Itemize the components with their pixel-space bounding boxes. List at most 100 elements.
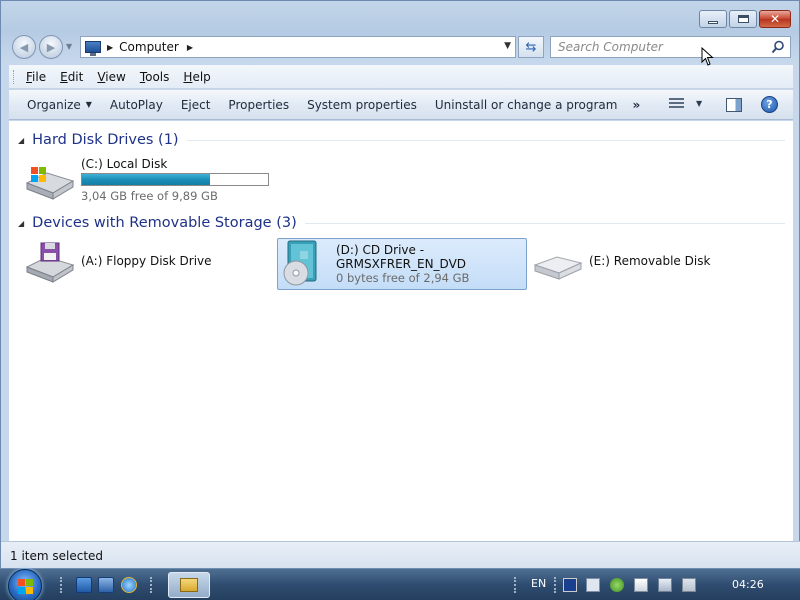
autoplay-button[interactable]: AutoPlay: [101, 90, 172, 119]
address-dropdown-icon[interactable]: ▼: [504, 41, 511, 51]
recent-pages-dropdown[interactable]: ▼: [66, 42, 72, 51]
uninstall-button[interactable]: Uninstall or change a program: [426, 90, 627, 119]
status-text: 1 item selected: [10, 548, 104, 563]
menu-tools[interactable]: Tools: [140, 70, 170, 84]
computer-icon: [85, 41, 101, 56]
search-input[interactable]: Search Computer: [550, 36, 791, 58]
eject-label: Eject: [180, 97, 211, 112]
properties-button[interactable]: Properties: [219, 90, 298, 119]
cd-drive-icon: [283, 240, 317, 286]
file-list: ◢ Hard Disk Drives (1) (C:) Local Disk 3…: [9, 121, 793, 541]
drive-e-text: (E:) Removable Disk: [589, 254, 710, 268]
preview-pane-icon[interactable]: [726, 98, 742, 112]
taskbar-grip[interactable]: [60, 577, 63, 593]
clock[interactable]: 04:26: [732, 578, 764, 591]
volume-muted-icon[interactable]: [682, 578, 696, 592]
back-arrow-icon: ◀: [19, 40, 29, 54]
help-icon[interactable]: ?: [761, 96, 778, 113]
drive-free-space: 3,04 GB free of 9,89 GB: [81, 189, 218, 203]
security-tray-icon[interactable]: [610, 578, 624, 592]
system-properties-button[interactable]: System properties: [298, 90, 426, 119]
removable-disk-icon: [533, 256, 583, 280]
drive-name: (E:) Removable Disk: [589, 254, 711, 268]
properties-label: Properties: [228, 97, 290, 112]
hard-disk-icon: [25, 167, 75, 200]
maximize-icon: [737, 15, 749, 23]
breadcrumb-arrow-icon[interactable]: ▶: [107, 43, 113, 52]
group-header-removable-storage[interactable]: ◢ Devices with Removable Storage (3): [9, 213, 785, 233]
disk-usage-fill: [82, 174, 211, 185]
mouse-cursor-icon: [701, 47, 714, 66]
search-placeholder: Search Computer: [558, 40, 663, 54]
menu-help-rest: elp: [192, 69, 211, 84]
drive-name-line2: GRMSXFRER_EN_DVD: [336, 257, 467, 271]
group-title: Devices with Removable Storage (3): [32, 215, 297, 231]
change-view-button[interactable]: ▼: [669, 97, 702, 110]
autoplay-label: AutoPlay: [109, 97, 163, 112]
internet-explorer-icon[interactable]: [121, 577, 137, 593]
refresh-icon: ⇆: [525, 39, 537, 55]
action-center-flag-icon[interactable]: [634, 578, 648, 592]
drive-d-selected[interactable]: (D:) CD Drive - GRMSXFRER_EN_DVD 0 bytes…: [277, 238, 527, 290]
show-desktop-icon[interactable]: [76, 577, 92, 593]
collapse-triangle-icon[interactable]: ◢: [18, 219, 24, 228]
drive-c-text: (C:) Local Disk 3,04 GB free of 9,89 GB: [81, 157, 269, 203]
menu-view[interactable]: View: [97, 70, 125, 84]
menu-edit-mnemonic: E: [60, 69, 68, 84]
menu-edit-rest: dit: [67, 69, 84, 84]
taskbar-grip[interactable]: [514, 577, 517, 593]
uninstall-label: Uninstall or change a program: [434, 97, 618, 112]
back-button[interactable]: ◀: [12, 35, 36, 59]
search-icon[interactable]: [771, 40, 785, 54]
breadcrumb-computer[interactable]: Computer: [119, 40, 179, 54]
address-bar[interactable]: ▶ Computer ▶ ▼: [80, 36, 516, 58]
windows-logo-icon: [18, 579, 33, 594]
document-tray-icon[interactable]: [586, 578, 600, 592]
drive-c[interactable]: (C:) Local Disk 3,04 GB free of 9,89 GB: [25, 157, 269, 203]
refresh-button[interactable]: ⇆: [518, 36, 544, 58]
group-title: Hard Disk Drives (1): [32, 132, 179, 148]
menu-tools-rest: ools: [145, 69, 170, 84]
disk-usage-bar: [81, 173, 269, 186]
switch-windows-icon[interactable]: [98, 577, 114, 593]
folder-icon: [180, 578, 198, 592]
language-indicator[interactable]: EN: [531, 577, 546, 590]
drive-name-line1: (D:) CD Drive -: [336, 243, 425, 257]
explorer-window: ✕ ◀ ▶ ▼ ▶ Computer ▶ ▼ ⇆ Search Computer…: [0, 0, 800, 569]
menu-help[interactable]: Help: [183, 70, 210, 84]
drive-a-text: (A:) Floppy Disk Drive: [81, 254, 212, 268]
menu-edit[interactable]: Edit: [60, 70, 83, 84]
caption-buttons: ✕: [699, 10, 791, 28]
menu-file-rest: ile: [32, 69, 47, 84]
group-header-hard-disk-drives[interactable]: ◢ Hard Disk Drives (1): [9, 130, 785, 150]
forward-button[interactable]: ▶: [39, 35, 63, 59]
flag-tray-icon[interactable]: [563, 578, 577, 592]
views-icon: [669, 97, 684, 110]
eject-button[interactable]: Eject: [172, 90, 220, 119]
drive-a[interactable]: (A:) Floppy Disk Drive: [25, 239, 212, 283]
system-properties-label: System properties: [307, 97, 417, 112]
chevron-down-icon[interactable]: ▼: [696, 99, 702, 108]
taskbar-grip[interactable]: [554, 577, 557, 593]
taskbar-explorer-button[interactable]: [168, 572, 210, 598]
drive-name: (C:) Local Disk: [81, 157, 168, 171]
chevron-down-icon: ▼: [85, 100, 92, 109]
drive-free-space: 0 bytes free of 2,94 GB: [336, 271, 470, 285]
taskbar-grip[interactable]: [150, 577, 153, 593]
minimize-icon: [708, 20, 718, 24]
forward-arrow-icon: ▶: [46, 40, 56, 54]
network-tray-icon[interactable]: [658, 578, 672, 592]
drive-e[interactable]: (E:) Removable Disk: [533, 239, 710, 283]
menu-file[interactable]: File: [26, 70, 46, 84]
close-button[interactable]: ✕: [759, 10, 791, 28]
minimize-button[interactable]: [699, 10, 727, 28]
more-commands-button[interactable]: »: [632, 98, 640, 112]
maximize-button[interactable]: [729, 10, 757, 28]
command-bar: Organize ▼ AutoPlay Eject Properties Syst…: [9, 90, 793, 120]
breadcrumb-arrow-icon[interactable]: ▶: [187, 43, 193, 52]
start-button[interactable]: [8, 569, 42, 600]
group-divider: [186, 139, 785, 141]
organize-button[interactable]: Organize ▼: [18, 90, 101, 119]
collapse-triangle-icon[interactable]: ◢: [18, 136, 24, 145]
drive-name: (A:) Floppy Disk Drive: [81, 254, 212, 268]
